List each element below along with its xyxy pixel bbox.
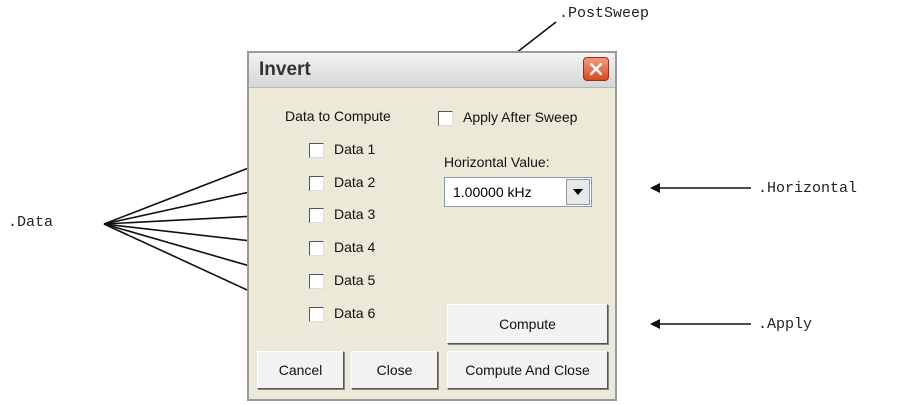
horizontal-value-select[interactable]: 1.00000 kHz bbox=[444, 177, 592, 207]
dropdown-button[interactable] bbox=[566, 179, 590, 205]
compute-button[interactable]: Compute bbox=[447, 304, 608, 344]
data-2-label: Data 2 bbox=[334, 174, 376, 190]
annotation-apply: .Apply bbox=[758, 316, 813, 333]
chevron-down-icon bbox=[573, 189, 583, 195]
data-6-checkbox[interactable] bbox=[309, 307, 324, 322]
compute-and-close-button[interactable]: Compute And Close bbox=[447, 351, 608, 389]
invert-dialog: Invert Data to Compute Apply After Sweep… bbox=[247, 51, 617, 401]
apply-after-sweep-checkbox[interactable] bbox=[438, 111, 453, 126]
annotation-data: .Data bbox=[8, 214, 54, 231]
title-bar[interactable]: Invert bbox=[249, 53, 615, 88]
data-to-compute-label: Data to Compute bbox=[285, 108, 391, 124]
dialog-title: Invert bbox=[259, 59, 311, 80]
data-3-label: Data 3 bbox=[334, 206, 376, 222]
horizontal-value-label: Horizontal Value: bbox=[444, 154, 550, 170]
annotation-postsweep: .PostSweep bbox=[559, 5, 650, 22]
horizontal-value-text: 1.00000 kHz bbox=[453, 184, 532, 200]
apply-after-sweep-label: Apply After Sweep bbox=[463, 109, 578, 125]
close-icon bbox=[589, 62, 603, 76]
data-4-label: Data 4 bbox=[334, 239, 376, 255]
data-1-checkbox[interactable] bbox=[309, 143, 324, 158]
cancel-button[interactable]: Cancel bbox=[257, 351, 344, 389]
data-4-checkbox[interactable] bbox=[309, 241, 324, 256]
annotation-horizontal: .Horizontal bbox=[758, 180, 858, 197]
data-5-checkbox[interactable] bbox=[309, 274, 324, 289]
close-button[interactable]: Close bbox=[351, 351, 438, 389]
data-1-label: Data 1 bbox=[334, 141, 376, 157]
data-5-label: Data 5 bbox=[334, 272, 376, 288]
data-6-label: Data 6 bbox=[334, 305, 376, 321]
data-2-checkbox[interactable] bbox=[309, 176, 324, 191]
data-3-checkbox[interactable] bbox=[309, 208, 324, 223]
close-window-button[interactable] bbox=[583, 57, 609, 81]
